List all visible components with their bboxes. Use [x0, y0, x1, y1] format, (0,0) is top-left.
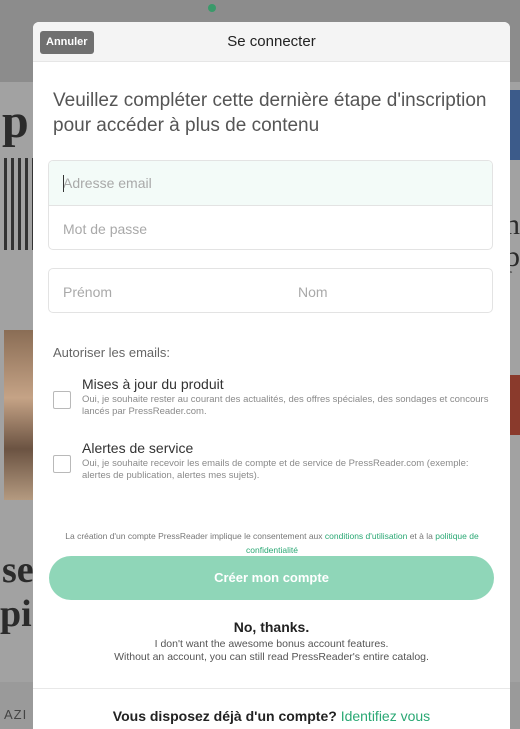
cancel-button[interactable]: Annuler: [40, 31, 94, 54]
background-indicator-dot: [208, 4, 216, 12]
modal-title: Se connecter: [227, 33, 316, 50]
divider: [33, 688, 510, 689]
intro-text: Veuillez compléter cette dernière étape …: [53, 90, 487, 136]
product-updates-title: Mises à jour du produit: [82, 376, 224, 392]
background-newspaper-letter: se: [2, 549, 34, 591]
modal-header: Se connecter Annuler: [33, 22, 510, 62]
last-name-field[interactable]: [274, 269, 492, 312]
text-cursor: [63, 175, 64, 192]
product-updates-description: Oui, je souhaite rester au courant des a…: [82, 394, 489, 417]
create-account-button[interactable]: Créer mon compte: [49, 556, 494, 600]
email-field[interactable]: [49, 161, 492, 206]
first-name-field[interactable]: [49, 269, 269, 312]
terms-link[interactable]: conditions d'utilisation: [325, 531, 407, 541]
signin-link[interactable]: Identifiez vous: [341, 708, 431, 724]
signup-modal: Se connecter Annuler Veuillez compléter …: [33, 22, 510, 729]
consent-prefix: La création d'un compte PressReader impl…: [65, 531, 325, 541]
password-field[interactable]: [49, 206, 492, 249]
service-alerts-checkbox[interactable]: [53, 455, 71, 473]
background-newspaper-letter: p: [2, 95, 29, 148]
no-thanks-line-2: Without an account, you can still read P…: [114, 651, 429, 663]
no-thanks-line-1: I don't want the awesome bonus account f…: [154, 638, 389, 650]
background-newspaper-text: AZI: [4, 707, 28, 722]
no-thanks-description: I don't want the awesome bonus account f…: [33, 638, 510, 664]
product-updates-checkbox[interactable]: [53, 391, 71, 409]
consent-middle: et à la: [407, 531, 436, 541]
emails-section-label: Autoriser les emails:: [53, 345, 171, 360]
background-newspaper-letter: pi: [0, 593, 32, 635]
footer-question: Vous disposez déjà d'un compte?: [112, 708, 337, 724]
service-alerts-title: Alertes de service: [82, 440, 194, 456]
footer-signin: Vous disposez déjà d'un compte? Identifi…: [33, 708, 510, 724]
name-fields: [48, 268, 493, 313]
service-alerts-description: Oui, je souhaite recevoir les emails de …: [82, 458, 469, 481]
consent-text: La création d'un compte PressReader impl…: [47, 529, 497, 557]
no-thanks-link[interactable]: No, thanks.: [33, 619, 510, 635]
login-fields: [48, 160, 493, 250]
